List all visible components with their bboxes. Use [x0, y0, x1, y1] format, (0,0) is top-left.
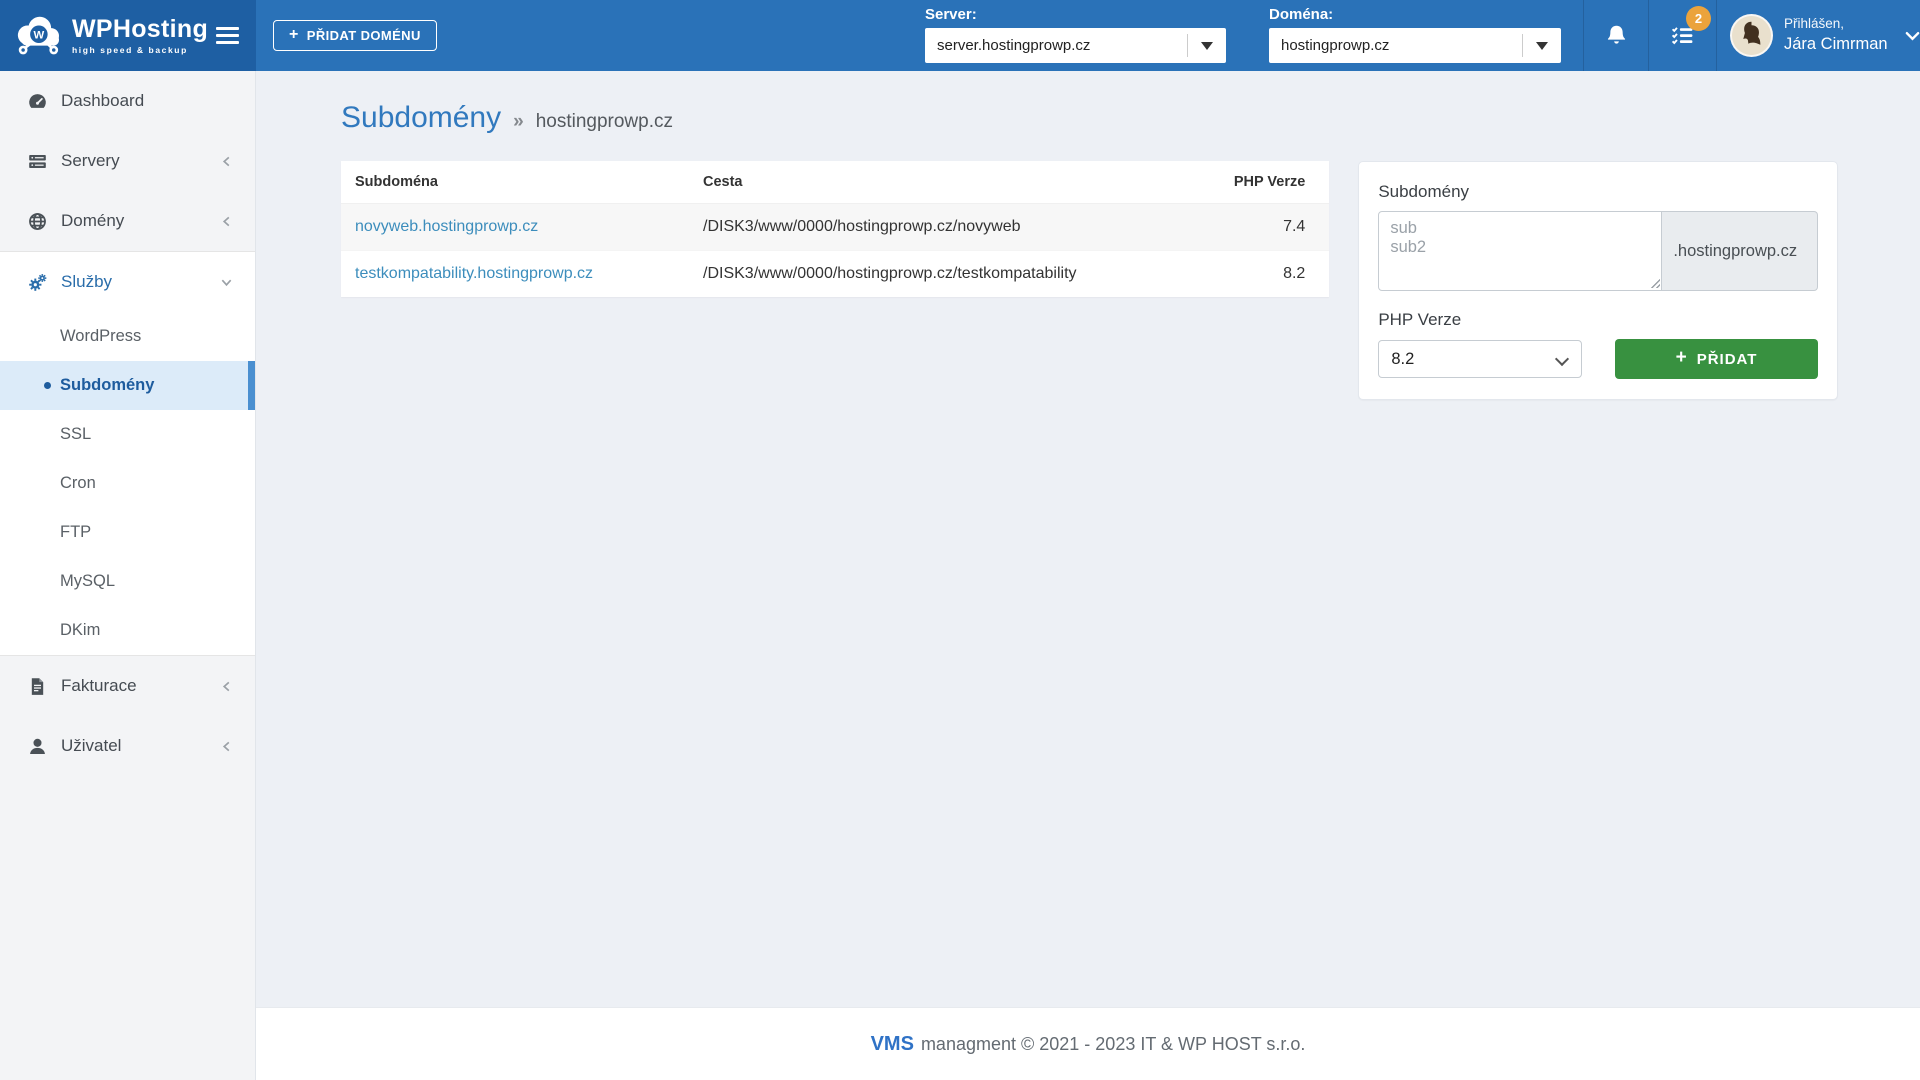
plus-icon: +: [1676, 347, 1688, 369]
breadcrumb: hostingprowp.cz: [536, 111, 673, 133]
gears-icon: [27, 272, 48, 293]
caret-down-icon: [1201, 42, 1213, 50]
server-select-group: Server: server.hostingprowp.cz: [925, 6, 1226, 63]
add-domain-label: PŘIDAT DOMÉNU: [307, 28, 421, 43]
sidebar-toggle-button[interactable]: [212, 23, 243, 49]
sidebar: Dashboard Servery Domény: [0, 71, 256, 1080]
server-icon: [27, 151, 48, 172]
server-select-value: server.hostingprowp.cz: [937, 37, 1090, 54]
active-item-indicator: [248, 361, 255, 410]
table-row: testkompatability.hostingprowp.cz /DISK3…: [341, 251, 1329, 298]
domain-label: Doména:: [1269, 6, 1561, 23]
subdomain-php-version: 7.4: [1219, 204, 1329, 251]
user-icon: [27, 736, 48, 757]
column-header-php: PHP Verze: [1219, 161, 1329, 204]
sidebar-item-sluzby[interactable]: Služby: [0, 252, 255, 312]
cloud-logo-icon: W: [10, 14, 66, 58]
tasks-badge: 2: [1686, 6, 1711, 31]
domain-suffix: .hostingprowp.cz: [1662, 211, 1818, 291]
brand-name: WPHosting: [72, 17, 208, 42]
subdomain-path: /DISK3/www/0000/hostingprowp.cz/novyweb: [689, 204, 1219, 251]
main-content: Subdomény » hostingprowp.cz Subdoména Ce…: [256, 71, 1920, 1080]
brand-tagline: high speed & backup: [72, 45, 208, 55]
add-subdomain-card: Subdomény .hostingprowp.cz PHP Verze 8.2…: [1358, 161, 1838, 400]
sidebar-item-ftp[interactable]: FTP: [0, 508, 255, 557]
add-subdomain-button[interactable]: + PŘIDAT: [1615, 339, 1818, 379]
sidebar-item-domeny[interactable]: Domény: [0, 191, 255, 251]
caret-down-icon: [1536, 42, 1548, 50]
footer-text: managment © 2021 - 2023 IT & WP HOST s.r…: [921, 1034, 1305, 1055]
domain-select[interactable]: hostingprowp.cz: [1269, 28, 1561, 63]
php-version-select[interactable]: 8.2: [1378, 340, 1582, 378]
svg-text:W: W: [34, 29, 45, 41]
globe-icon: [27, 211, 48, 232]
chevron-left-icon: [220, 155, 233, 168]
subdomains-table-card: Subdoména Cesta PHP Verze novyweb.hostin…: [341, 161, 1329, 297]
sidebar-item-dashboard[interactable]: Dashboard: [0, 71, 255, 131]
sidebar-item-mysql[interactable]: MySQL: [0, 557, 255, 606]
php-version-value: 8.2: [1391, 350, 1414, 369]
domain-select-group: Doména: hostingprowp.cz: [1269, 6, 1561, 63]
form-title: Subdomény: [1378, 182, 1818, 202]
add-domain-button[interactable]: + PŘIDAT DOMÉNU: [273, 20, 437, 51]
chevron-left-icon: [220, 740, 233, 753]
chevron-left-icon: [220, 680, 233, 693]
footer-brand: VMS: [871, 1033, 914, 1056]
gauge-icon: [27, 91, 48, 112]
subdomain-php-version: 8.2: [1219, 251, 1329, 298]
chevron-down-icon: [1905, 31, 1920, 41]
page-head: Subdomény » hostingprowp.cz: [341, 101, 1838, 135]
user-status: Přihlášen,: [1784, 15, 1888, 33]
topbar: W WPHosting high speed & backup + PŘIDAT…: [0, 0, 1920, 71]
subdomain-link[interactable]: testkompatability.hostingprowp.cz: [355, 265, 593, 282]
sidebar-item-cron[interactable]: Cron: [0, 459, 255, 508]
notifications-bell-button[interactable]: [1583, 0, 1648, 71]
sidebar-item-uzivatel[interactable]: Uživatel: [0, 716, 255, 776]
brand[interactable]: W WPHosting high speed & backup: [0, 0, 256, 71]
server-label: Server:: [925, 6, 1226, 23]
subdomains-table: Subdoména Cesta PHP Verze novyweb.hostin…: [341, 161, 1329, 297]
sidebar-section-sluzby: Služby WordPress Subdomény SSL Cron FTP …: [0, 251, 255, 656]
subdomain-input[interactable]: [1378, 211, 1662, 291]
column-header-subdomain: Subdoména: [341, 161, 689, 204]
sidebar-item-dkim[interactable]: DKim: [0, 606, 255, 655]
plus-icon: +: [289, 26, 299, 44]
page-title: Subdomény: [341, 101, 501, 135]
sidebar-item-ssl[interactable]: SSL: [0, 410, 255, 459]
table-row: novyweb.hostingprowp.cz /DISK3/www/0000/…: [341, 204, 1329, 251]
domain-select-value: hostingprowp.cz: [1281, 37, 1389, 54]
sidebar-item-fakturace[interactable]: Fakturace: [0, 656, 255, 716]
server-select[interactable]: server.hostingprowp.cz: [925, 28, 1226, 63]
sidebar-item-wordpress[interactable]: WordPress: [0, 312, 255, 361]
avatar: [1730, 14, 1773, 57]
user-name: Jára Cimrman: [1784, 33, 1888, 55]
invoice-icon: [27, 676, 48, 697]
user-menu[interactable]: Přihlášen, Jára Cimrman: [1716, 0, 1920, 71]
column-header-path: Cesta: [689, 161, 1219, 204]
sidebar-item-servery[interactable]: Servery: [0, 131, 255, 191]
breadcrumb-separator: »: [513, 111, 524, 133]
chevron-left-icon: [220, 215, 233, 228]
subdomain-link[interactable]: novyweb.hostingprowp.cz: [355, 218, 538, 235]
sidebar-item-subdomeny[interactable]: Subdomény: [0, 361, 255, 410]
footer: VMS managment © 2021 - 2023 IT & WP HOST…: [256, 1007, 1920, 1080]
php-version-label: PHP Verze: [1378, 310, 1818, 330]
chevron-down-icon: [220, 276, 233, 289]
bell-icon: [1604, 23, 1629, 48]
topbar-right: 2 Přihlášen, Jára Cimrman: [1583, 0, 1920, 71]
subdomain-path: /DISK3/www/0000/hostingprowp.cz/testkomp…: [689, 251, 1219, 298]
tasks-button[interactable]: 2: [1648, 0, 1716, 71]
